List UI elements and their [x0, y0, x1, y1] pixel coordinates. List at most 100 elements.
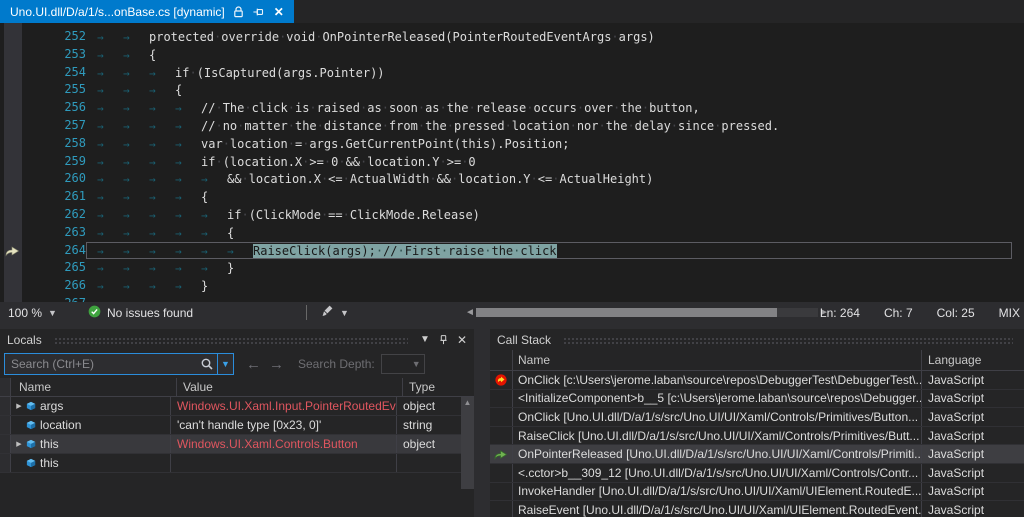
column-header-language[interactable]: Language — [922, 350, 1024, 370]
stack-frame-row[interactable]: OnClick [c:\Users\jerome.laban\source\re… — [490, 371, 1024, 390]
code-text[interactable]: → → → →{ — [86, 188, 1012, 206]
code-line[interactable]: 265 → → → → →} — [0, 259, 1024, 277]
code-line[interactable]: 257 → → → →//·no·matter·the·distance·from·th… — [0, 117, 1024, 135]
code-text[interactable]: → → → → →} — [86, 259, 1012, 277]
vertical-scrollbar[interactable]: ▲ — [461, 397, 474, 489]
drag-grip[interactable] — [53, 337, 409, 344]
breakpoint-margin[interactable] — [0, 99, 30, 117]
breakpoint-margin[interactable] — [0, 117, 30, 135]
scrollbar-thumb[interactable] — [476, 308, 777, 317]
horizontal-scrollbar[interactable]: ◄ ► — [464, 302, 830, 323]
table-row[interactable]: ▶ this Windows.UI.Xaml.Controls.Button obje… — [0, 435, 474, 454]
stack-frame-row[interactable]: OnPointerReleased [Uno.UI.dll/D/a/1/s/sr… — [490, 445, 1024, 464]
code-text[interactable]: → → protected·override·void·OnPointerRelea… — [86, 28, 1012, 46]
code-line[interactable]: 255 → → →{ — [0, 81, 1024, 99]
pin-icon[interactable] — [438, 334, 449, 346]
code-line[interactable]: 252 → → protected·override·void·OnPointerRe… — [0, 28, 1024, 46]
call-stack-title-bar[interactable]: Call Stack — [490, 329, 1024, 350]
search-input[interactable]: Search (Ctrl+E) — [4, 353, 218, 375]
table-row[interactable]: location'can't handle type [0x23, 0]' str… — [0, 416, 474, 435]
close-icon[interactable]: ✕ — [457, 333, 467, 347]
frame-name-cell: RaiseEvent [Uno.UI.dll/D/a/1/s/src/Uno.U… — [513, 501, 922, 517]
row-gutter — [490, 482, 513, 501]
stack-frame-row[interactable]: RaiseClick [Uno.UI.dll/D/a/1/s/src/Uno.U… — [490, 426, 1024, 446]
code-line[interactable]: 256 → → → →//·The·click·is·raised·as·soon·as… — [0, 99, 1024, 117]
breakpoint-margin[interactable] — [0, 46, 30, 64]
breakpoint-margin[interactable] — [0, 277, 30, 295]
column-header-name[interactable]: Name — [513, 350, 922, 370]
close-icon[interactable]: ✕ — [274, 5, 284, 19]
code-line[interactable]: 267→→→ — [0, 295, 1024, 302]
stack-frame-row[interactable]: RaiseEvent [Uno.UI.dll/D/a/1/s/src/Uno.U… — [490, 501, 1024, 517]
vs-debugger-window: Uno.UI.dll/D/a/1/s...onBase.cs [dynamic]… — [0, 0, 1024, 517]
code-line[interactable]: 266 → → → →} — [0, 277, 1024, 295]
breakpoint-margin[interactable] — [0, 188, 30, 206]
scroll-up-icon[interactable]: ▲ — [464, 397, 472, 489]
column-header-name[interactable]: Name — [11, 378, 177, 396]
breakpoint-margin[interactable] — [0, 135, 30, 153]
frame-name-cell: OnPointerReleased [Uno.UI.dll/D/a/1/s/sr… — [513, 445, 922, 463]
code-text[interactable]: → →{ — [86, 46, 1012, 64]
code-line[interactable]: 263 → → → → →{ — [0, 224, 1024, 242]
breakpoint-margin[interactable] — [0, 206, 30, 224]
code-line[interactable]: 260 → → → → → &&·location.X·<=·ActualWidth·&&·… — [0, 170, 1024, 188]
zoom-level-select[interactable]: 100 % ▼ — [8, 302, 57, 323]
code-cleanup-button[interactable]: ▼ — [320, 302, 349, 323]
stack-frame-row[interactable]: <InitializeComponent>b__5 [c:\Users\jero… — [490, 389, 1024, 409]
breakpoint-margin[interactable] — [0, 170, 30, 188]
document-tab[interactable]: Uno.UI.dll/D/a/1/s...onBase.cs [dynamic]… — [0, 0, 294, 23]
code-line[interactable]: 262 → → → → → if·(ClickMode·==·ClickMode.Relea… — [0, 206, 1024, 224]
code-text[interactable]: → → → → → if·(ClickMode·==·ClickMode.Release) — [86, 206, 1012, 224]
breakpoint-margin[interactable] — [0, 81, 30, 99]
code-text[interactable]: → → → → → &&·location.X·<=·ActualWidth·&&·loc… — [86, 170, 1012, 188]
document-tab-title: Uno.UI.dll/D/a/1/s...onBase.cs [dynamic] — [10, 4, 225, 19]
breakpoint-margin[interactable] — [0, 28, 30, 46]
column-header-type[interactable]: Type — [403, 378, 474, 396]
code-text[interactable]: →→→ — [86, 295, 1012, 302]
scroll-left-icon[interactable]: ◄ — [464, 307, 476, 318]
breakpoint-margin[interactable] — [0, 295, 30, 302]
search-options-dropdown[interactable]: ▼ — [218, 353, 234, 375]
code-editor[interactable]: 252 → → protected·override·void·OnPointerRe… — [0, 23, 1024, 302]
pin-icon[interactable] — [252, 6, 264, 18]
drag-grip[interactable] — [563, 337, 1013, 344]
code-line[interactable]: 261 → → → →{ — [0, 188, 1024, 206]
stack-frame-row[interactable]: InvokeHandler [Uno.UI.dll/D/a/1/s/src/Un… — [490, 482, 1024, 502]
code-text[interactable]: → → → → if·(location.X·>=·0·&&·location.Y·>=… — [86, 153, 1012, 171]
stack-frame-row[interactable]: OnClick [Uno.UI.dll/D/a/1/s/src/Uno.UI/U… — [490, 408, 1024, 427]
locals-title-bar[interactable]: Locals ▼ ✕ — [0, 329, 474, 350]
code-text[interactable]: → → → → →{ — [86, 224, 1012, 242]
panel-divider[interactable] — [474, 329, 490, 517]
breakpoint-margin[interactable] — [0, 153, 30, 171]
breakpoint-margin[interactable] — [0, 224, 30, 242]
code-line[interactable]: 259 → → → → if·(location.X·>=·0·&&·location.Y… — [0, 153, 1024, 171]
code-text[interactable]: → → →{ — [86, 81, 1012, 99]
issues-indicator[interactable]: No issues found — [88, 302, 193, 323]
code-text[interactable]: → → → →//·no·matter·the·distance·from·the·p… — [86, 117, 1012, 135]
scrollbar-track[interactable] — [476, 308, 818, 317]
expander-icon[interactable]: ▶ — [13, 402, 25, 410]
code-text[interactable]: → → → → → → RaiseClick(args);·//·First·raise·t… — [86, 241, 1012, 260]
breakpoint-margin[interactable] — [0, 242, 30, 260]
variable-value-cell: Windows.UI.Xaml.Controls.Button — [171, 435, 397, 453]
code-line[interactable]: 258 → → → → var·location·=·args.GetCurrentPoi… — [0, 135, 1024, 153]
search-depth-select[interactable]: ▼ — [380, 354, 425, 374]
code-line[interactable]: 264 → → → → → → RaiseClick(args);·//·First·rais… — [0, 241, 1024, 260]
search-next-icon[interactable]: → — [269, 356, 284, 373]
code-text[interactable]: → → → → var·location·=·args.GetCurrentPoint(… — [86, 135, 1012, 153]
stack-frame-row[interactable]: <.cctor>b__309_12 [Uno.UI.dll/D/a/1/s/sr… — [490, 463, 1024, 483]
search-prev-icon[interactable]: ← — [246, 356, 261, 373]
code-line[interactable]: 253 → →{ — [0, 46, 1024, 64]
window-menu-icon[interactable]: ▼ — [420, 334, 430, 345]
table-row[interactable]: ▶ args Windows.UI.Xaml.Input.PointerRouted… — [0, 397, 474, 416]
code-line[interactable]: 254 → → → if·(IsCaptured(args.Pointer)) — [0, 64, 1024, 82]
breakpoint-margin[interactable] — [0, 64, 30, 82]
expander-icon[interactable]: ▶ — [13, 440, 25, 448]
table-row[interactable]: this — [0, 454, 474, 473]
code-text[interactable]: → → → →//·The·click·is·raised·as·soon·as·th… — [86, 99, 1012, 117]
column-header-value[interactable]: Value — [177, 378, 403, 396]
whitespace-tab-icon: → — [149, 244, 156, 258]
code-text[interactable]: → → → →} — [86, 277, 1012, 295]
breakpoint-margin[interactable] — [0, 259, 30, 277]
code-text[interactable]: → → → if·(IsCaptured(args.Pointer)) — [86, 64, 1012, 82]
